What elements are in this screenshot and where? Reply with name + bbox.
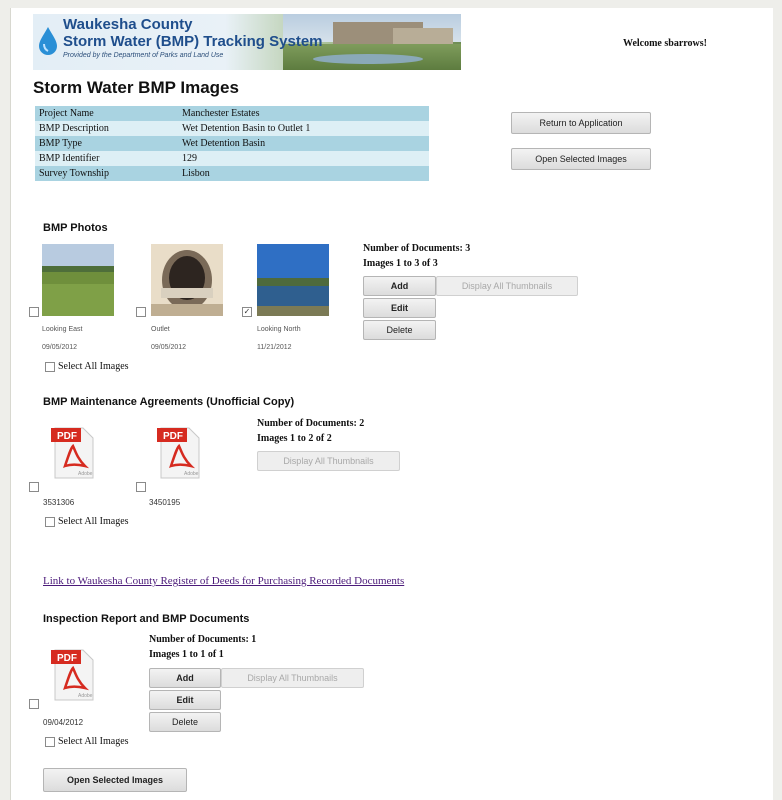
info-row: BMP Type Wet Detention Basin <box>35 136 429 151</box>
info-label: Survey Township <box>35 166 178 181</box>
pdf-document-icon[interactable]: PDF Adobe <box>51 646 97 702</box>
info-value: 129 <box>178 151 429 166</box>
header-banner: Waukesha County Storm Water (BMP) Tracki… <box>33 14 461 70</box>
info-value: Manchester Estates <box>178 106 429 121</box>
pdf-label: PDF <box>163 431 183 442</box>
bmp-info-table: Project Name Manchester Estates BMP Descr… <box>35 106 429 181</box>
open-selected-images-button[interactable]: Open Selected Images <box>511 148 651 170</box>
photos-add-button[interactable]: Add <box>363 276 436 296</box>
inspection-edit-button[interactable]: Edit <box>149 690 221 710</box>
select-all-checkbox[interactable] <box>45 516 55 527</box>
agreements-image-range: Images 1 to 2 of 2 <box>257 433 332 444</box>
pdf-document-icon[interactable]: PDF Adobe <box>157 424 203 480</box>
photos-display-thumbnails-button[interactable]: Display All Thumbnails <box>436 276 578 296</box>
agreement-doc-number: 3531306 <box>43 498 75 507</box>
inspection-doc-info: Number of Documents: 1 Images 1 to 1 of … <box>149 632 256 662</box>
select-all-checkbox[interactable] <box>45 361 55 372</box>
pdf-sublabel: Adobe <box>78 693 93 699</box>
photo-checkbox[interactable] <box>29 307 39 317</box>
info-value: Wet Detention Basin to Outlet 1 <box>178 121 429 136</box>
agreements-doc-info: Number of Documents: 2 Images 1 to 2 of … <box>257 416 364 446</box>
photo-checkbox[interactable]: ✓ <box>242 307 252 317</box>
info-label: BMP Type <box>35 136 178 151</box>
return-to-application-button[interactable]: Return to Application <box>511 112 651 134</box>
info-row: Survey Township Lisbon <box>35 166 429 181</box>
photo-checkbox[interactable] <box>136 307 146 317</box>
banner-system-name: Storm Water (BMP) Tracking System <box>63 33 323 50</box>
photo-thumbnail[interactable] <box>257 244 329 316</box>
inspection-doc-date: 09/04/2012 <box>43 718 84 727</box>
inspection-add-button[interactable]: Add <box>149 668 221 688</box>
select-all-photos[interactable]: Select All Images <box>45 361 129 372</box>
inspection-image-range: Images 1 to 1 of 1 <box>149 649 224 660</box>
water-drop-icon <box>39 27 57 55</box>
select-all-agreements[interactable]: Select All Images <box>45 516 129 527</box>
open-selected-images-bottom-button[interactable]: Open Selected Images <box>43 768 187 792</box>
photo-thumbnail[interactable] <box>151 244 223 316</box>
photo-caption: Looking East <box>42 326 83 333</box>
page-title: Storm Water BMP Images <box>33 78 239 97</box>
select-all-label: Select All Images <box>58 361 129 372</box>
photo-date: 09/05/2012 <box>42 344 78 351</box>
register-of-deeds-link[interactable]: Link to Waukesha County Register of Deed… <box>43 575 404 587</box>
photo-date: 09/05/2012 <box>151 344 187 351</box>
field-photo-icon <box>42 244 114 316</box>
outlet-pipe-photo-icon <box>151 244 223 316</box>
inspection-heading: Inspection Report and BMP Documents <box>43 613 250 625</box>
info-label: BMP Identifier <box>35 151 178 166</box>
bmp-photos-heading: BMP Photos <box>43 222 108 234</box>
inspection-checkbox[interactable] <box>29 699 39 709</box>
welcome-text: Welcome sbarrows! <box>623 38 707 49</box>
pdf-label: PDF <box>57 653 77 664</box>
select-all-label: Select All Images <box>58 516 129 527</box>
pdf-sublabel: Adobe <box>184 471 199 477</box>
agreement-checkbox[interactable] <box>136 482 146 492</box>
photo-thumbnail[interactable] <box>42 244 114 316</box>
banner-county: Waukesha County <box>63 16 193 33</box>
pond-photo-icon <box>257 244 329 316</box>
select-all-label: Select All Images <box>58 736 129 747</box>
photo-caption: Outlet <box>151 326 170 333</box>
agreements-doc-count: Number of Documents: 2 <box>257 418 365 429</box>
agreements-heading: BMP Maintenance Agreements (Unofficial C… <box>43 396 295 408</box>
info-row: BMP Description Wet Detention Basin to Ou… <box>35 121 429 136</box>
info-row: BMP Identifier 129 <box>35 151 429 166</box>
photos-doc-info: Number of Documents: 3 Images 1 to 3 of … <box>363 241 470 271</box>
photos-image-range: Images 1 to 3 of 3 <box>363 258 438 269</box>
agreements-display-thumbnails-button[interactable]: Display All Thumbnails <box>257 451 400 471</box>
agreement-checkbox[interactable] <box>29 482 39 492</box>
banner-provider: Provided by the Department of Parks and … <box>63 52 224 59</box>
photos-doc-count: Number of Documents: 3 <box>363 243 471 254</box>
photos-edit-button[interactable]: Edit <box>363 298 436 318</box>
pdf-sublabel: Adobe <box>78 471 93 477</box>
inspection-doc-count: Number of Documents: 1 <box>149 634 257 645</box>
photo-date: 11/21/2012 <box>257 344 292 351</box>
page: Waukesha County Storm Water (BMP) Tracki… <box>10 8 773 800</box>
info-row: Project Name Manchester Estates <box>35 106 429 121</box>
photos-delete-button[interactable]: Delete <box>363 320 436 340</box>
info-value: Wet Detention Basin <box>178 136 429 151</box>
agreement-doc-number: 3450195 <box>149 498 181 507</box>
select-all-checkbox[interactable] <box>45 736 55 747</box>
pdf-label: PDF <box>57 431 77 442</box>
info-label: Project Name <box>35 106 178 121</box>
info-label: BMP Description <box>35 121 178 136</box>
photo-caption: Looking North <box>257 326 301 333</box>
select-all-inspection[interactable]: Select All Images <box>45 736 129 747</box>
info-value: Lisbon <box>178 166 429 181</box>
inspection-display-thumbnails-button[interactable]: Display All Thumbnails <box>221 668 364 688</box>
inspection-delete-button[interactable]: Delete <box>149 712 221 732</box>
pdf-document-icon[interactable]: PDF Adobe <box>51 424 97 480</box>
